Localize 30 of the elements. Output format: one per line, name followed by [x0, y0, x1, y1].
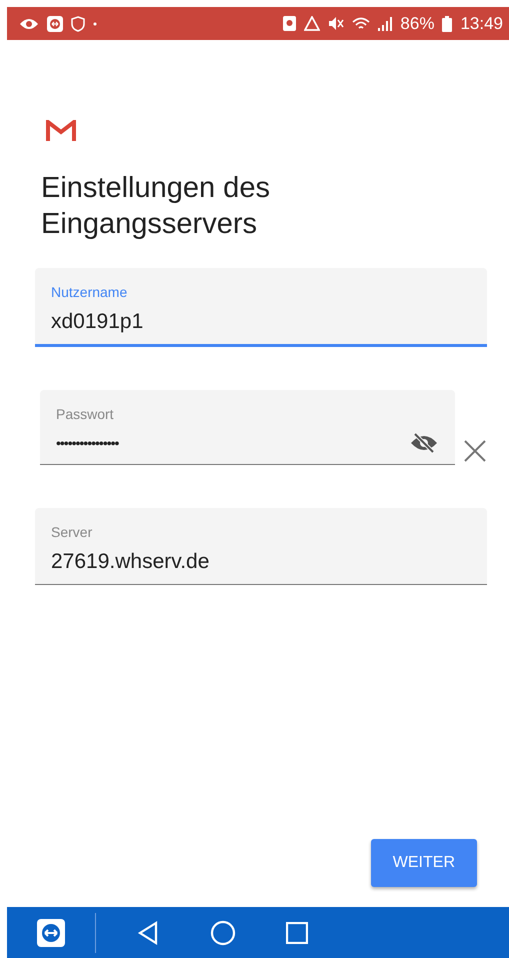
input-field[interactable]: Server 27619.whserv.de — [35, 508, 487, 585]
hidden-eye-icon[interactable] — [409, 432, 439, 454]
next-button[interactable]: WEITER — [370, 839, 477, 887]
mail-logo-icon — [46, 120, 76, 142]
remote-app-icon[interactable] — [37, 918, 65, 946]
remote-app-icon — [47, 16, 63, 32]
field-value: xd0191p1 — [51, 310, 144, 334]
password-field[interactable]: Passwort •••••••••••••••• — [40, 390, 455, 465]
input-field[interactable]: Nutzername xd0191p1 — [35, 268, 487, 347]
signal-icon — [378, 16, 392, 30]
wifi-icon — [352, 16, 370, 30]
field-value: •••••••••••••••• — [56, 435, 118, 451]
recents-icon[interactable] — [286, 922, 308, 944]
field-value: 27619.whserv.de — [51, 550, 210, 574]
shield-icon — [71, 16, 85, 32]
eye-icon — [19, 16, 39, 30]
field-label: Server — [51, 524, 94, 540]
field-label: Passwort — [56, 406, 115, 422]
screen-title: Einstellungen des Eingangsservers — [41, 171, 271, 242]
back-icon[interactable] — [136, 920, 160, 944]
dot-icon — [93, 22, 97, 26]
home-icon[interactable] — [210, 920, 236, 946]
warning-icon — [304, 16, 320, 31]
field-label: Nutzername — [51, 284, 128, 300]
sim-icon — [283, 16, 296, 31]
close-icon[interactable] — [463, 439, 487, 463]
clock: 13:49 — [460, 14, 503, 34]
mute-icon — [328, 16, 344, 31]
battery-icon — [442, 16, 452, 32]
battery-percentage: 86% — [400, 14, 434, 34]
